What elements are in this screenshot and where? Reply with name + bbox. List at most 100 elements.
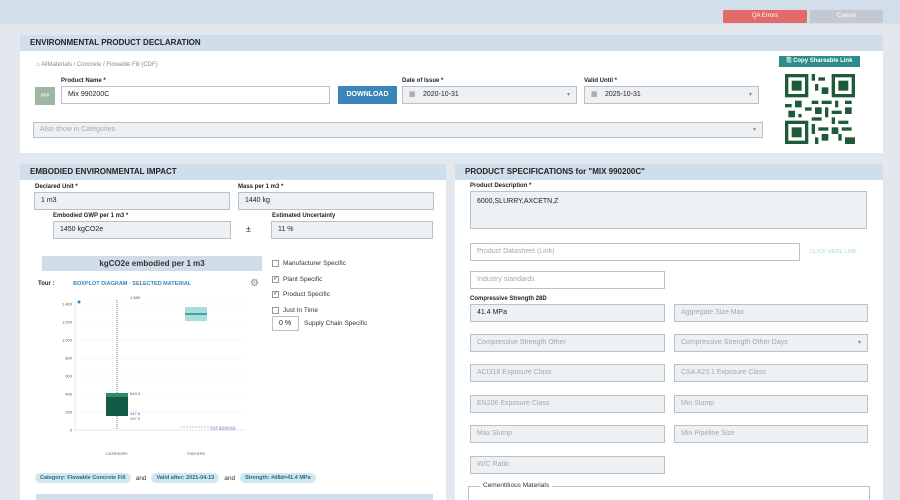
categories-placeholder: Also show in Categories	[40, 126, 116, 133]
calendar-icon: ▦	[409, 91, 416, 98]
checkbox-label: Plant Specific	[283, 275, 323, 283]
boxplot-diagram-link[interactable]: BOXPLOT DIAGRAM · SELECTED MATERIAL	[73, 281, 191, 287]
valid-until-value: 2025-10-31	[605, 91, 641, 98]
wc-ratio-input[interactable]: W/C Ratio	[470, 456, 665, 474]
supply-chain-label: Supply Chain Specific	[304, 320, 368, 327]
cancel-button[interactable]: Cancel	[810, 10, 883, 23]
annotation-top: 1,580	[130, 295, 141, 300]
aggregate-size-input[interactable]: Aggregate Size Max	[674, 304, 868, 322]
cementitious-legend: Cementitious Materials	[480, 482, 553, 489]
date-issue-input[interactable]: ▦ 2020-10-31 ▾	[402, 86, 577, 104]
declared-unit-label: Declared Unit *	[35, 184, 78, 190]
epd-card-title: ENVIRONMENTAL PRODUCT DECLARATION	[20, 35, 883, 51]
impact-card-title: EMBODIED ENVIRONMENTAL IMPACT	[20, 164, 446, 180]
chevron-down-icon: ▾	[748, 92, 752, 98]
strength-label: Compressive Strength 28D	[470, 296, 547, 302]
en-exposure-input[interactable]: EN206 Exposure Class	[470, 395, 665, 413]
date-issue-value: 2020-10-31	[423, 91, 459, 98]
boxplot-chart: 1,400 1,200 1,000 800 600 400 200 0 1,580 510.3…	[62, 295, 245, 456]
checkbox-label: Product Specific	[283, 291, 330, 299]
mass-input[interactable]: 1440 kg	[238, 192, 434, 210]
gwp-input[interactable]: 1450 kgCO2e	[53, 221, 231, 239]
y-tick-label: 200	[65, 410, 72, 415]
description-textarea[interactable]: 6000,SLURRY,AXCETN,Z	[470, 191, 867, 229]
strength-input[interactable]: 41.4 MPa	[470, 304, 665, 322]
chevron-down-icon: ▾	[857, 340, 861, 346]
gwp-label: Embodied GWP per 1 m3 *	[53, 213, 129, 219]
reference-label: 2021 BASELINE	[210, 427, 237, 431]
y-tick-label: 600	[65, 374, 72, 379]
valid-until-label: Valid Until *	[584, 78, 618, 84]
share-label: Copy Shareable Link	[793, 58, 853, 64]
y-tick-label: 1,000	[62, 338, 73, 343]
checkbox-label: Just In Time	[283, 306, 319, 314]
home-icon[interactable]: ⌂	[36, 62, 40, 68]
csa-exposure-input[interactable]: CSA A23.1 Exposure Class	[674, 364, 868, 382]
filter-chip[interactable]: Strength: #d8d=41.4 MPa	[240, 473, 316, 483]
supply-chain-input[interactable]: 0 %	[272, 316, 299, 331]
product-name-label: Product Name *	[61, 78, 106, 84]
checkbox-icon[interactable]	[272, 260, 279, 268]
datasheet-input[interactable]: Product Datasheet (Link)	[470, 243, 800, 261]
category-box-top	[106, 393, 128, 397]
y-axis: 1,400 1,200 1,000 800 600 400 200 0	[62, 302, 245, 433]
filter-chip[interactable]: Category: Flowable Concrete Fill	[35, 473, 131, 483]
filter-chip[interactable]: Valid after: 2021-04-13	[151, 473, 220, 483]
tour-marker	[77, 300, 81, 304]
aci-exposure-input[interactable]: ACI318 Exposure Class	[470, 364, 665, 382]
checkbox-icon[interactable]	[272, 306, 279, 314]
breadcrumb: ⌂ AllMaterials / Concrete / Flowable Fil…	[36, 62, 158, 68]
valid-until-input[interactable]: ▦ 2025-10-31 ▾	[584, 86, 759, 104]
chevron-down-icon: ▾	[566, 92, 570, 98]
breadcrumb-path[interactable]: AllMaterials / Concrete / Flowable Fill …	[41, 62, 158, 68]
specificity-check[interactable]: Manufacturer Specific	[272, 256, 346, 272]
min-slump-input[interactable]: Min Slump	[674, 395, 868, 413]
filter-chips: Category: Flowable Concrete Fill and Valid…	[35, 473, 316, 483]
material-badge: ###	[35, 87, 55, 105]
specificity-check[interactable]: ✓ Plant Specific	[272, 272, 346, 288]
y-tick-label: 800	[65, 356, 72, 361]
annotation-mid: 510.3	[130, 391, 141, 396]
checkbox-label: Manufacturer Specific	[283, 260, 346, 268]
comp-strength-other-input[interactable]: Compressive Strength Other	[470, 334, 665, 352]
uncertainty-label: Estimated Uncertainty	[272, 213, 336, 219]
chart-title: kgCO2e embodied per 1 m3	[42, 256, 262, 271]
comp-strength-days-placeholder: Compressive Strength Other Days	[681, 339, 788, 346]
qa-errors-button[interactable]: QA Errors	[723, 10, 807, 23]
click-here-link[interactable]: CLICK HERE LINK	[810, 249, 857, 255]
tour-label: Tour :	[38, 281, 55, 287]
standards-input[interactable]: Industry standards	[470, 271, 665, 289]
uncertainty-input[interactable]: 11 %	[271, 221, 433, 239]
checkbox-icon[interactable]: ✓	[272, 291, 279, 299]
y-tick-label: 400	[65, 392, 72, 397]
description-label: Product Description *	[470, 183, 532, 189]
min-pipeline-input[interactable]: Min Pipeline Size	[674, 425, 868, 443]
copy-icon: ⎘	[786, 58, 792, 64]
x-tick-this-epd: THIS EPD	[187, 451, 206, 456]
annotation-low2: 267.0	[130, 416, 141, 421]
product-name-input[interactable]: Mix 990200C	[61, 86, 330, 104]
specs-card-title: PRODUCT SPECIFICATIONS for "MIX 990200C"	[455, 164, 883, 180]
comp-strength-days-select[interactable]: Compressive Strength Other Days ▾	[674, 334, 868, 352]
specificity-check[interactable]: ✓ Product Specific	[272, 287, 346, 303]
y-tick-label: 1,200	[62, 320, 73, 325]
chip-separator: and	[224, 474, 236, 482]
calendar-icon: ▦	[591, 91, 598, 98]
declared-unit-input[interactable]: 1 m3	[34, 192, 230, 210]
download-button[interactable]: DOWNLOAD	[338, 86, 397, 104]
chevron-down-icon: ▾	[752, 127, 756, 133]
date-issue-label: Date of Issue *	[402, 78, 444, 84]
gear-icon[interactable]: ⚙	[250, 278, 259, 289]
x-tick-category: CATEGORY	[106, 451, 128, 456]
checkbox-icon[interactable]: ✓	[272, 275, 279, 283]
chip-separator: and	[135, 474, 147, 482]
copy-shareable-link-button[interactable]: ⎘ Copy Shareable Link	[779, 56, 860, 67]
mass-label: Mass per 1 m3 *	[238, 184, 284, 190]
specificity-checks: Manufacturer Specific ✓ Plant Specific ✓ Pro…	[272, 256, 346, 318]
y-tick-label: 1,400	[62, 302, 73, 307]
max-slump-input[interactable]: Max Slump	[470, 425, 665, 443]
y-tick-label: 0	[70, 428, 73, 433]
categories-select[interactable]: Also show in Categories ▾	[33, 122, 763, 138]
next-section-header	[36, 494, 433, 500]
qr-code-image	[785, 74, 855, 144]
